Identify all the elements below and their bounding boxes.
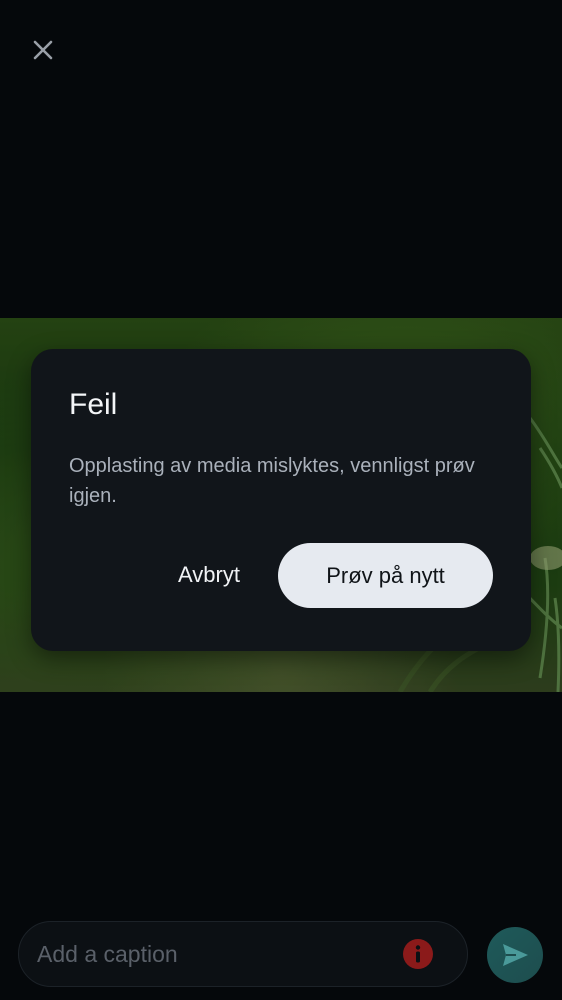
close-button[interactable] <box>26 33 60 67</box>
dialog-message: Opplasting av media mislyktes, vennligst… <box>69 455 475 507</box>
error-info-icon[interactable] <box>402 938 434 970</box>
close-icon <box>33 40 53 60</box>
send-icon <box>503 944 528 966</box>
dialog-title: Feil <box>69 388 118 421</box>
send-button[interactable] <box>487 927 543 983</box>
cancel-button[interactable]: Avbryt <box>157 543 261 607</box>
error-dialog: Feil Opplasting av media mislyktes, venn… <box>31 349 531 651</box>
caption-bar <box>18 921 468 987</box>
retry-button[interactable]: Prøv på nytt <box>278 543 493 608</box>
caption-input[interactable] <box>37 922 387 986</box>
